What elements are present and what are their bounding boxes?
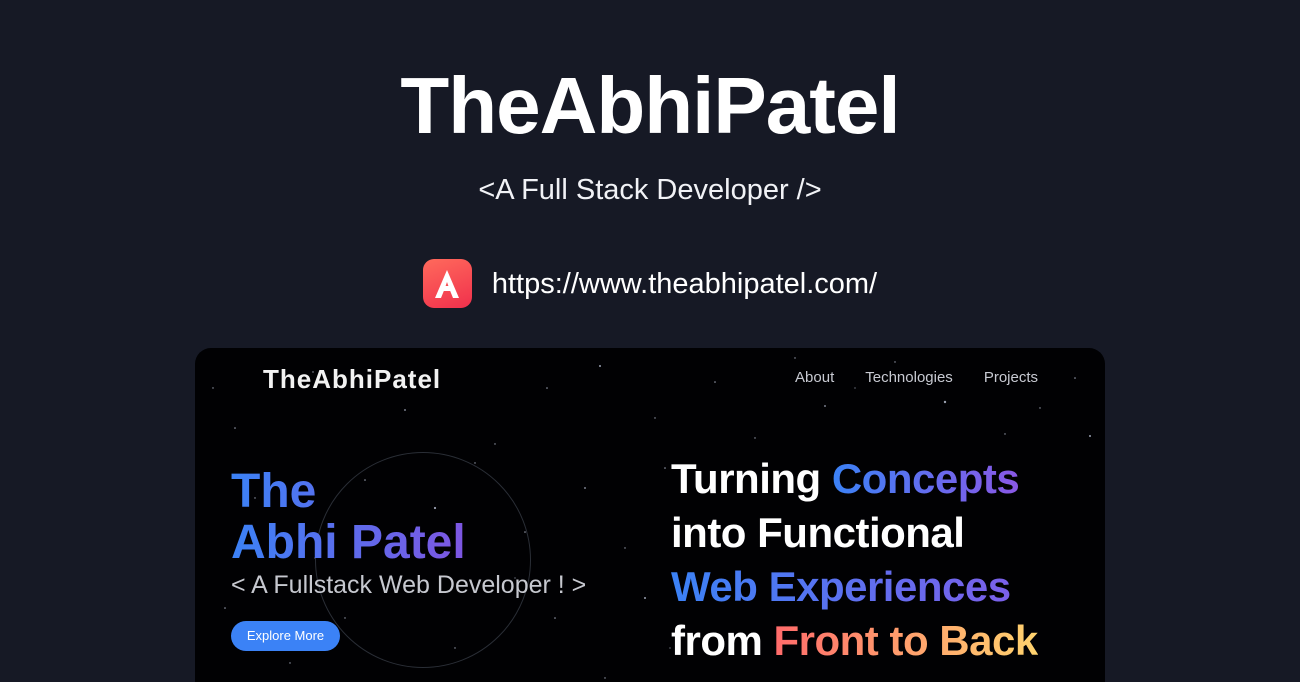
headline-highlight-front-to-back: Front to Back: [773, 617, 1039, 664]
headline-line-3: Web Experiences: [671, 560, 1091, 614]
headline-line-4: from Front to Back: [671, 614, 1091, 668]
nav-link-technologies[interactable]: Technologies: [865, 368, 953, 388]
website-screenshot-preview: TheAbhiPatel About Technologies Projects…: [195, 348, 1105, 682]
link-preview-card: TheAbhiPatel <A Full Stack Developer /> …: [0, 0, 1300, 682]
explore-more-button[interactable]: Explore More: [231, 621, 340, 651]
preview-brand-logo[interactable]: TheAbhiPatel: [263, 362, 441, 396]
site-url-link[interactable]: https://www.theabhipatel.com/: [492, 266, 877, 302]
headline-text: from: [671, 617, 774, 664]
hero-name-line-2: Abhi Patel: [231, 516, 466, 569]
nav-link-about[interactable]: About: [795, 368, 834, 388]
headline-line-2: into Functional: [671, 509, 965, 556]
hero-role: < A Fullstack Web Developer ! >: [231, 571, 587, 599]
hero-name: The Abhi Patel: [231, 466, 466, 568]
hero-name-line-1: The: [231, 465, 317, 518]
headline-text: Turning: [671, 455, 832, 502]
headline-highlight-concepts: Concepts: [831, 455, 1020, 502]
page-subtitle: <A Full Stack Developer />: [478, 174, 822, 206]
preview-nav: About Technologies Projects: [795, 368, 1038, 388]
nav-link-projects[interactable]: Projects: [984, 368, 1038, 388]
site-url-row[interactable]: https://www.theabhipatel.com/: [0, 259, 1300, 308]
hero-headline: Turning Concepts into Functional Web Exp…: [671, 452, 1091, 668]
headline-line-1: Turning Concepts: [671, 452, 1091, 506]
page-title: TheAbhiPatel: [400, 61, 900, 150]
letter-a-logo-icon: [422, 259, 472, 308]
letter-a-glyph-icon: [435, 269, 460, 298]
